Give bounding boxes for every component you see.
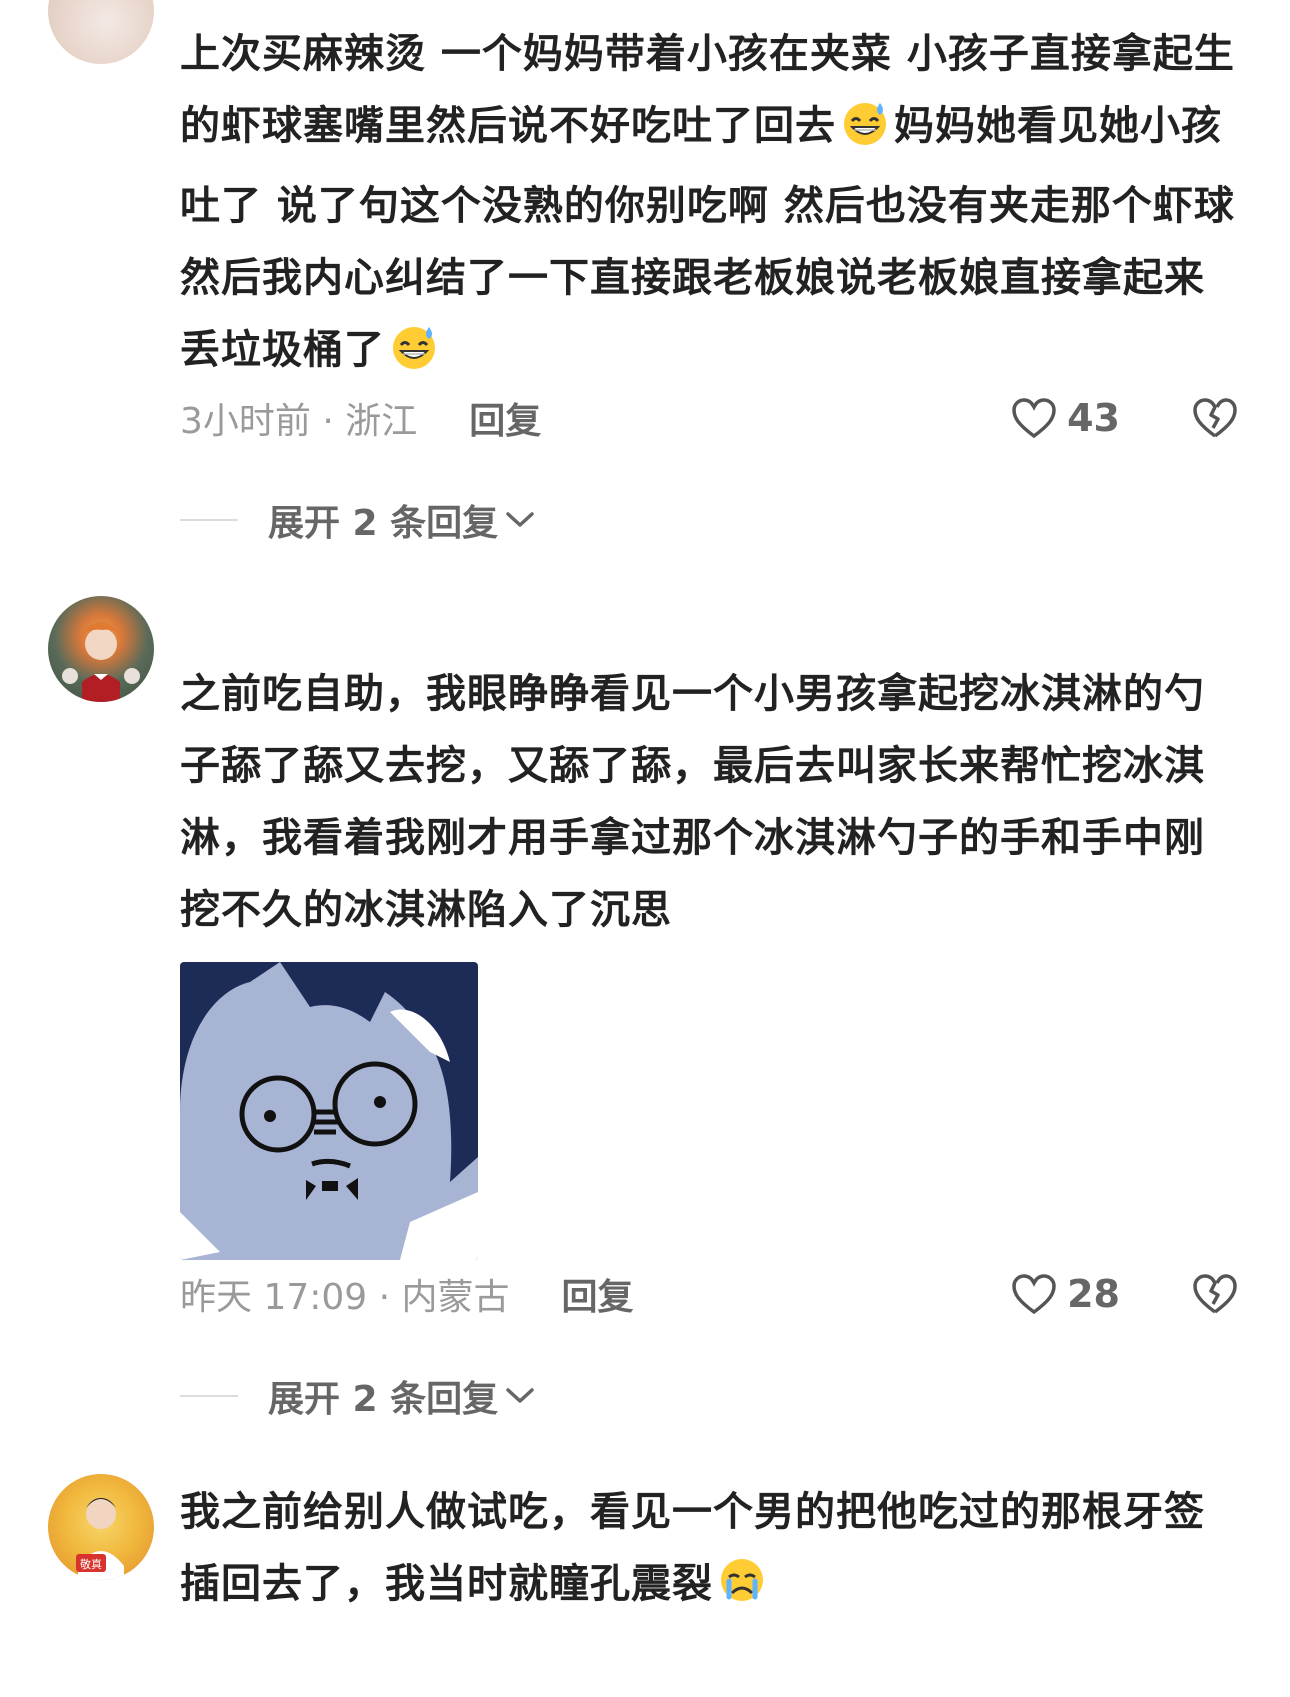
anime-character-avatar-icon <box>62 622 140 702</box>
chevron-down-icon <box>506 1388 534 1403</box>
comment-time-location: 3小时前 · 浙江 <box>180 401 418 442</box>
comment-meta: 昨天 17:09 · 内蒙古 回复 <box>180 1264 634 1324</box>
heart-icon <box>1012 1274 1056 1315</box>
expand-replies-button[interactable]: 展开 2 条回复 <box>180 1366 536 1426</box>
grin-sweat-emoji-icon <box>840 97 890 170</box>
comment-text: 我之前给别人做试吃，看见一个男的把他吃过的那根牙签插回去了，我当时就瞳孔震裂 <box>180 1476 1240 1628</box>
crying-emoji-icon <box>717 1555 767 1628</box>
chevron-down-icon <box>506 512 534 527</box>
avatar-badge: 敬真 <box>80 1557 102 1571</box>
avatar[interactable] <box>48 596 154 702</box>
expand-replies-label: 展开 2 条回复 <box>268 1379 499 1420</box>
dislike-button[interactable] <box>1192 388 1238 448</box>
expand-replies-button[interactable]: 展开 2 条回复 <box>180 490 536 550</box>
reply-button[interactable]: 回复 <box>469 392 541 444</box>
broken-heart-icon <box>1193 398 1237 438</box>
comment-time-location: 昨天 17:09 · 内蒙古 <box>180 1277 510 1318</box>
person-avatar-icon: 敬真 <box>76 1498 124 1580</box>
grin-sweat-emoji-icon <box>389 321 439 394</box>
reply-button[interactable]: 回复 <box>562 1268 634 1320</box>
like-count: 28 <box>1067 1272 1120 1316</box>
comment-meta: 3小时前 · 浙江 回复 <box>180 388 541 448</box>
avatar[interactable] <box>48 0 154 64</box>
like-button[interactable]: 28 <box>1011 1264 1120 1324</box>
heart-icon <box>1012 398 1056 439</box>
avatar[interactable]: 敬真 <box>48 1474 154 1580</box>
divider <box>180 1395 238 1397</box>
comment-text: 上次买麻辣烫 一个妈妈带着小孩在夹菜 小孩子直接拿起生的虾球塞嘴里然后说不好吃吐… <box>180 18 1240 394</box>
thinking-cat-with-glasses-sticker[interactable] <box>180 962 478 1260</box>
dislike-button[interactable] <box>1192 1264 1238 1324</box>
like-count: 43 <box>1067 396 1120 440</box>
like-button[interactable]: 43 <box>1011 388 1120 448</box>
broken-heart-icon <box>1193 1274 1237 1314</box>
expand-replies-label: 展开 2 条回复 <box>268 503 499 544</box>
divider <box>180 519 238 521</box>
comment-text: 之前吃自助，我眼睁睁看见一个小男孩拿起挖冰淇淋的勺子舔了舔又去挖，又舔了舔，最后… <box>180 671 1205 933</box>
